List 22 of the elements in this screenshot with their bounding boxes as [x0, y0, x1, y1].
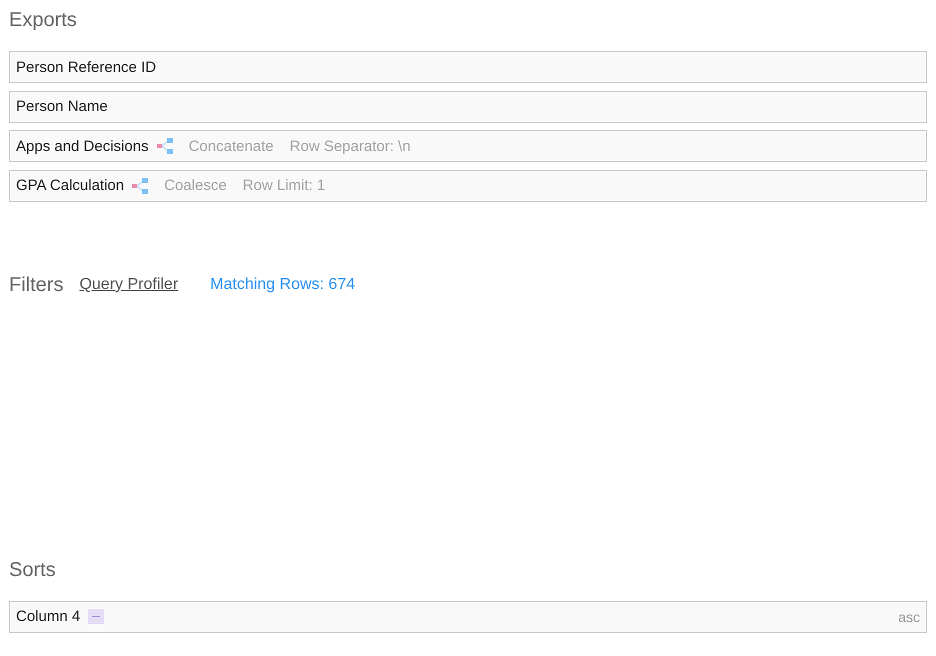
section-heading: Filters [9, 272, 64, 297]
section-heading: Exports [9, 8, 77, 32]
column-label: GPA Calculation [16, 177, 124, 194]
aggregate-option: Row Limit: 1 [242, 177, 326, 194]
export-row[interactable]: Person Reference ID [9, 51, 927, 83]
aggregate-option: Row Separator: \n [290, 138, 411, 155]
branch-icon [156, 138, 173, 154]
export-row[interactable]: Person Name [9, 90, 927, 123]
export-row[interactable]: GPA Calculation Coalesce Row Limit: 1 [9, 170, 927, 202]
branch-icon [132, 178, 148, 194]
export-row[interactable]: Apps and Decisions Concatenate Row Separator: \n [9, 130, 927, 162]
query-profiler-link[interactable]: Query Profiler [79, 276, 178, 294]
aggregate-function: Concatenate [188, 138, 274, 155]
aggregate-function: Coalesce [164, 177, 227, 194]
column-label: Column 4 [16, 608, 80, 626]
sort-row[interactable]: Column 4 asc [9, 600, 927, 633]
column-label: Person Reference ID [16, 58, 156, 76]
column-label: Person Name [16, 98, 108, 116]
sort-direction: asc [898, 608, 920, 625]
column-label: Apps and Decisions [16, 138, 149, 155]
tag-icon [88, 609, 104, 624]
section-heading: Sorts [9, 558, 56, 582]
